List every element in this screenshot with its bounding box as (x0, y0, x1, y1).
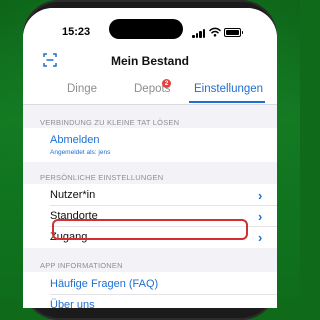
chevron-right-icon: › (258, 230, 263, 245)
tab-active-indicator (189, 101, 265, 103)
list-item-nutzer[interactable]: Nutzer*in (50, 189, 95, 201)
section-header-app-info: APP INFORMATIONEN (40, 261, 123, 270)
dynamic-island (109, 19, 183, 39)
phone-screen: 15:23 Mein Bestand Dinge Depots 2 Einste… (23, 8, 277, 308)
status-time: 15:23 (62, 26, 91, 38)
faq-link[interactable]: Häufige Fragen (FAQ) (50, 278, 158, 290)
logout-link[interactable]: Abmelden (50, 134, 100, 146)
connection-list: Abmelden Angemeldet als: jens (23, 128, 277, 162)
tab-dinge[interactable]: Dinge (67, 83, 97, 95)
wifi-icon (209, 27, 221, 37)
chevron-right-icon: › (258, 209, 263, 224)
cellular-signal-icon (192, 29, 206, 38)
status-bar: 15:23 (23, 8, 277, 44)
divider (50, 294, 277, 295)
divider (50, 205, 277, 206)
section-header-connection: VERBINDUNG ZU KLEINE TAT LÖSEN (40, 118, 180, 127)
tab-einstellungen[interactable]: Einstellungen (194, 83, 263, 95)
zugang-highlight-box (52, 219, 248, 240)
chevron-right-icon: › (258, 188, 263, 203)
about-link[interactable]: Über uns (50, 299, 95, 308)
navigation-bar: Mein Bestand (23, 44, 277, 76)
logged-in-user: Angemeldet als: jens (50, 149, 111, 156)
app-info-list: Häufige Fragen (FAQ) Über uns (23, 272, 277, 308)
page-title: Mein Bestand (110, 54, 189, 68)
section-header-personal: PERSÖNLICHE EINSTELLUNGEN (40, 173, 164, 182)
depots-badge: 2 (162, 79, 171, 88)
segmented-tabs: Dinge Depots 2 Einstellungen (23, 76, 277, 105)
battery-icon (224, 28, 243, 37)
